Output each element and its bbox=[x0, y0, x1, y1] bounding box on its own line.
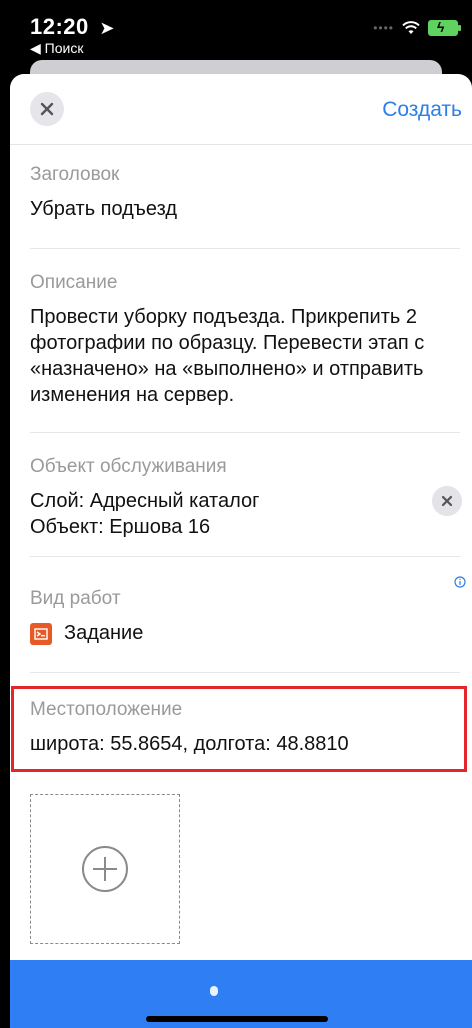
service-object-value: Слой: Адресный каталог Объект: Ершова 16 bbox=[30, 488, 460, 540]
signal-dots-icon: •••• bbox=[373, 21, 394, 35]
location-value: широта: 55.8654, долгота: 48.8810 bbox=[30, 733, 349, 755]
info-icon[interactable] bbox=[454, 576, 466, 588]
description-label: Описание bbox=[30, 272, 118, 293]
close-icon bbox=[40, 102, 54, 116]
title-value[interactable]: Убрать подъезд bbox=[30, 196, 460, 222]
divider bbox=[30, 432, 460, 433]
location-field[interactable]: Местоположение широта: 55.8654, долгота:… bbox=[11, 686, 467, 772]
work-type-value[interactable]: Задание bbox=[30, 622, 460, 645]
work-type-text: Задание bbox=[64, 622, 144, 644]
object-layer-text: Слой: Адресный каталог bbox=[30, 490, 260, 512]
divider bbox=[30, 672, 460, 673]
description-value[interactable]: Провести уборку подъезда. Прикрепить 2 ф… bbox=[30, 304, 460, 408]
work-type-label: Вид работ bbox=[30, 588, 121, 609]
back-to-app-link[interactable]: ◀ Поиск bbox=[30, 40, 83, 57]
status-time: 12:20 ➤ bbox=[30, 14, 115, 40]
divider bbox=[30, 248, 460, 249]
location-label: Местоположение bbox=[30, 699, 183, 720]
time-text: 12:20 bbox=[30, 14, 89, 39]
service-object-field[interactable]: Объект обслуживания Слой: Адресный катал… bbox=[30, 456, 460, 540]
battery-icon: ϟ bbox=[428, 19, 461, 36]
service-object-label: Объект обслуживания bbox=[30, 456, 227, 477]
plus-icon bbox=[82, 846, 128, 892]
header-divider bbox=[10, 144, 472, 145]
object-name-text: Объект: Ершова 16 bbox=[30, 516, 211, 538]
clear-icon bbox=[441, 495, 453, 507]
create-task-sheet: Создать Заголовок Убрать подъезд Описани… bbox=[10, 74, 472, 1028]
title-label: Заголовок bbox=[30, 164, 120, 185]
bottom-bar-label bbox=[210, 986, 218, 996]
status-icons: •••• ϟ bbox=[373, 19, 461, 36]
title-field[interactable]: Заголовок Убрать подъезд bbox=[30, 164, 460, 222]
wifi-icon bbox=[402, 21, 420, 34]
clear-object-button[interactable] bbox=[432, 486, 462, 516]
description-field[interactable]: Описание Провести уборку подъезда. Прикр… bbox=[30, 272, 460, 408]
status-bar: 12:20 ➤ ◀ Поиск •••• ϟ bbox=[0, 0, 472, 60]
add-photo-button[interactable] bbox=[30, 794, 180, 944]
divider bbox=[30, 556, 460, 557]
work-type-field[interactable]: Вид работ Задание bbox=[30, 588, 460, 645]
location-arrow-icon: ➤ bbox=[99, 18, 115, 38]
close-button[interactable] bbox=[30, 92, 64, 126]
create-button[interactable]: Создать bbox=[382, 98, 462, 122]
task-icon bbox=[30, 622, 52, 645]
home-indicator[interactable] bbox=[146, 1016, 328, 1022]
